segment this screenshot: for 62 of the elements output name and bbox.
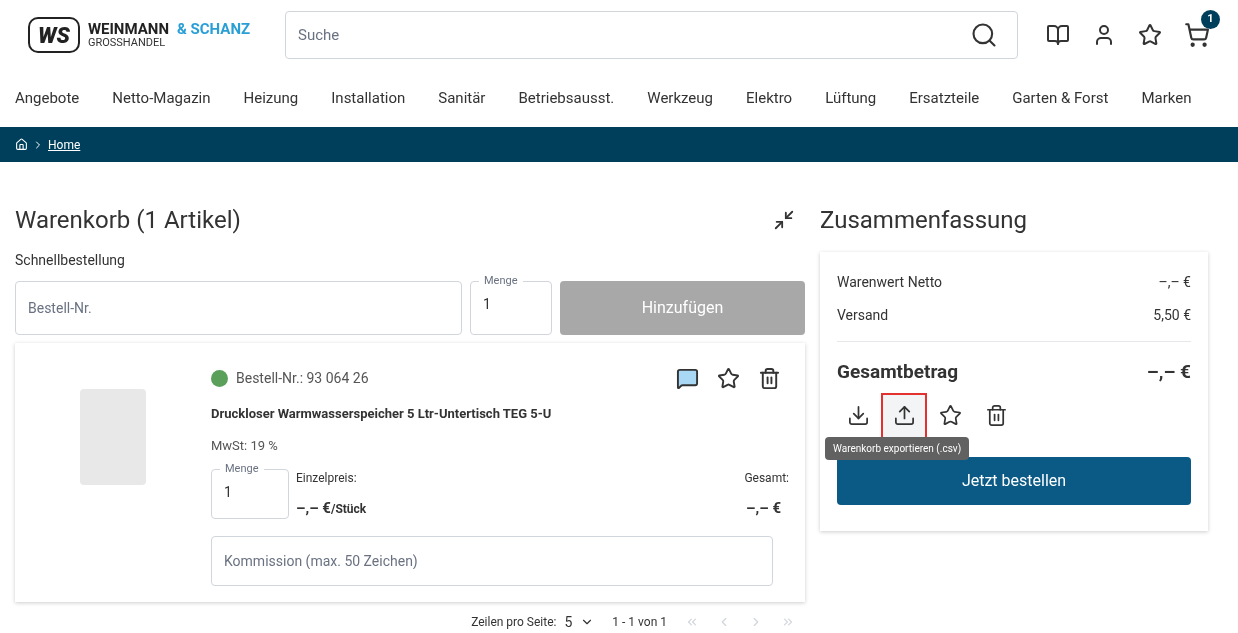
- breadcrumb-link[interactable]: Home: [48, 135, 81, 154]
- nav-link[interactable]: Ersatzteile: [909, 87, 980, 110]
- logo-name: & SCHANZ: [176, 22, 251, 37]
- total-label: Gesamt:: [744, 470, 789, 487]
- nav-link[interactable]: Netto-Magazin: [112, 87, 211, 110]
- unit-price: –,– €: [296, 498, 331, 519]
- grand-total-label: Gesamtbetrag: [837, 359, 959, 385]
- rows-per-page-select[interactable]: 5: [564, 611, 595, 633]
- cart-icon[interactable]: [1184, 22, 1210, 48]
- first-page-icon: [685, 615, 699, 629]
- nav-link[interactable]: Installation: [331, 87, 406, 110]
- nav-link[interactable]: Werkzeug: [647, 87, 713, 110]
- quantity-field[interactable]: Menge 1: [470, 273, 552, 335]
- order-number: Bestell-Nr.: 93 064 26: [236, 369, 369, 388]
- cart-title: Warenkorb (1 Artikel): [15, 205, 241, 236]
- logo[interactable]: WS WEINMANN & SCHANZ GROSSHANDEL: [28, 17, 285, 53]
- nav-link[interactable]: Garten & Forst: [1012, 87, 1109, 110]
- unit-price-label: Einzelpreis:: [296, 470, 358, 487]
- home-icon[interactable]: [15, 138, 28, 151]
- product-name: Druckloser Warmwasserspeicher 5 Ltr-Untertisch TEG 5-U: [211, 405, 553, 423]
- vat-label: MwSt: 19 %: [211, 436, 279, 455]
- commission-field[interactable]: Kommission (max. 50 Zeichen): [211, 535, 773, 586]
- tooltip: Warenkorb exportieren (.csv): [825, 436, 970, 460]
- cart-count: 1: [1201, 10, 1220, 29]
- logo-name: WEINMANN: [87, 22, 169, 37]
- summary-value: –,– €: [1158, 273, 1191, 292]
- last-page-icon: [781, 615, 795, 629]
- nav-link[interactable]: Heizung: [243, 87, 299, 110]
- unit-label: /Stück: [330, 501, 367, 518]
- nav-link[interactable]: Marken: [1141, 87, 1192, 110]
- collapse-icon[interactable]: [773, 209, 795, 231]
- favorite-icon[interactable]: [717, 367, 740, 390]
- nav-link[interactable]: Elektro: [746, 87, 793, 110]
- delete-icon[interactable]: [758, 367, 781, 390]
- order-button[interactable]: Jetzt bestellen: [837, 456, 1191, 505]
- upload-button[interactable]: [883, 394, 925, 437]
- nav-link[interactable]: Angebote: [15, 87, 80, 110]
- trash-icon: [984, 404, 1008, 427]
- summary-label: Versand: [837, 306, 889, 325]
- item-total: –,– €: [746, 498, 781, 519]
- nav-link[interactable]: Sanitär: [438, 87, 486, 110]
- nav-link[interactable]: Lüftung: [825, 87, 877, 110]
- quantity-field[interactable]: Menge 1: [211, 461, 289, 519]
- upload-icon: [892, 404, 916, 427]
- page-range: 1 - 1 von 1: [612, 614, 667, 631]
- grand-total: –,– €: [1146, 359, 1191, 385]
- summary-label: Warenwert Netto: [837, 273, 943, 292]
- logo-mark: WS: [28, 17, 80, 53]
- nav-link[interactable]: Betriebsausst.: [518, 87, 615, 110]
- summary-value: 5,50 €: [1153, 306, 1191, 325]
- search-field[interactable]: Suche: [285, 11, 1018, 59]
- summary-title: Zusammenfassung: [820, 205, 1029, 236]
- star-icon: [938, 404, 962, 427]
- catalog-icon[interactable]: [1046, 23, 1070, 47]
- download-icon: [846, 404, 870, 427]
- rows-per-page-label: Zeilen pro Seite:: [471, 614, 557, 631]
- favorites-icon[interactable]: [1138, 23, 1162, 47]
- search-icon[interactable]: [970, 21, 998, 49]
- quick-order-label: Schnellbestellung: [15, 251, 126, 270]
- order-number-field[interactable]: Bestell-Nr.: [15, 281, 462, 335]
- comment-icon[interactable]: [676, 367, 699, 390]
- logo-subtitle: GROSSHANDEL: [87, 37, 167, 48]
